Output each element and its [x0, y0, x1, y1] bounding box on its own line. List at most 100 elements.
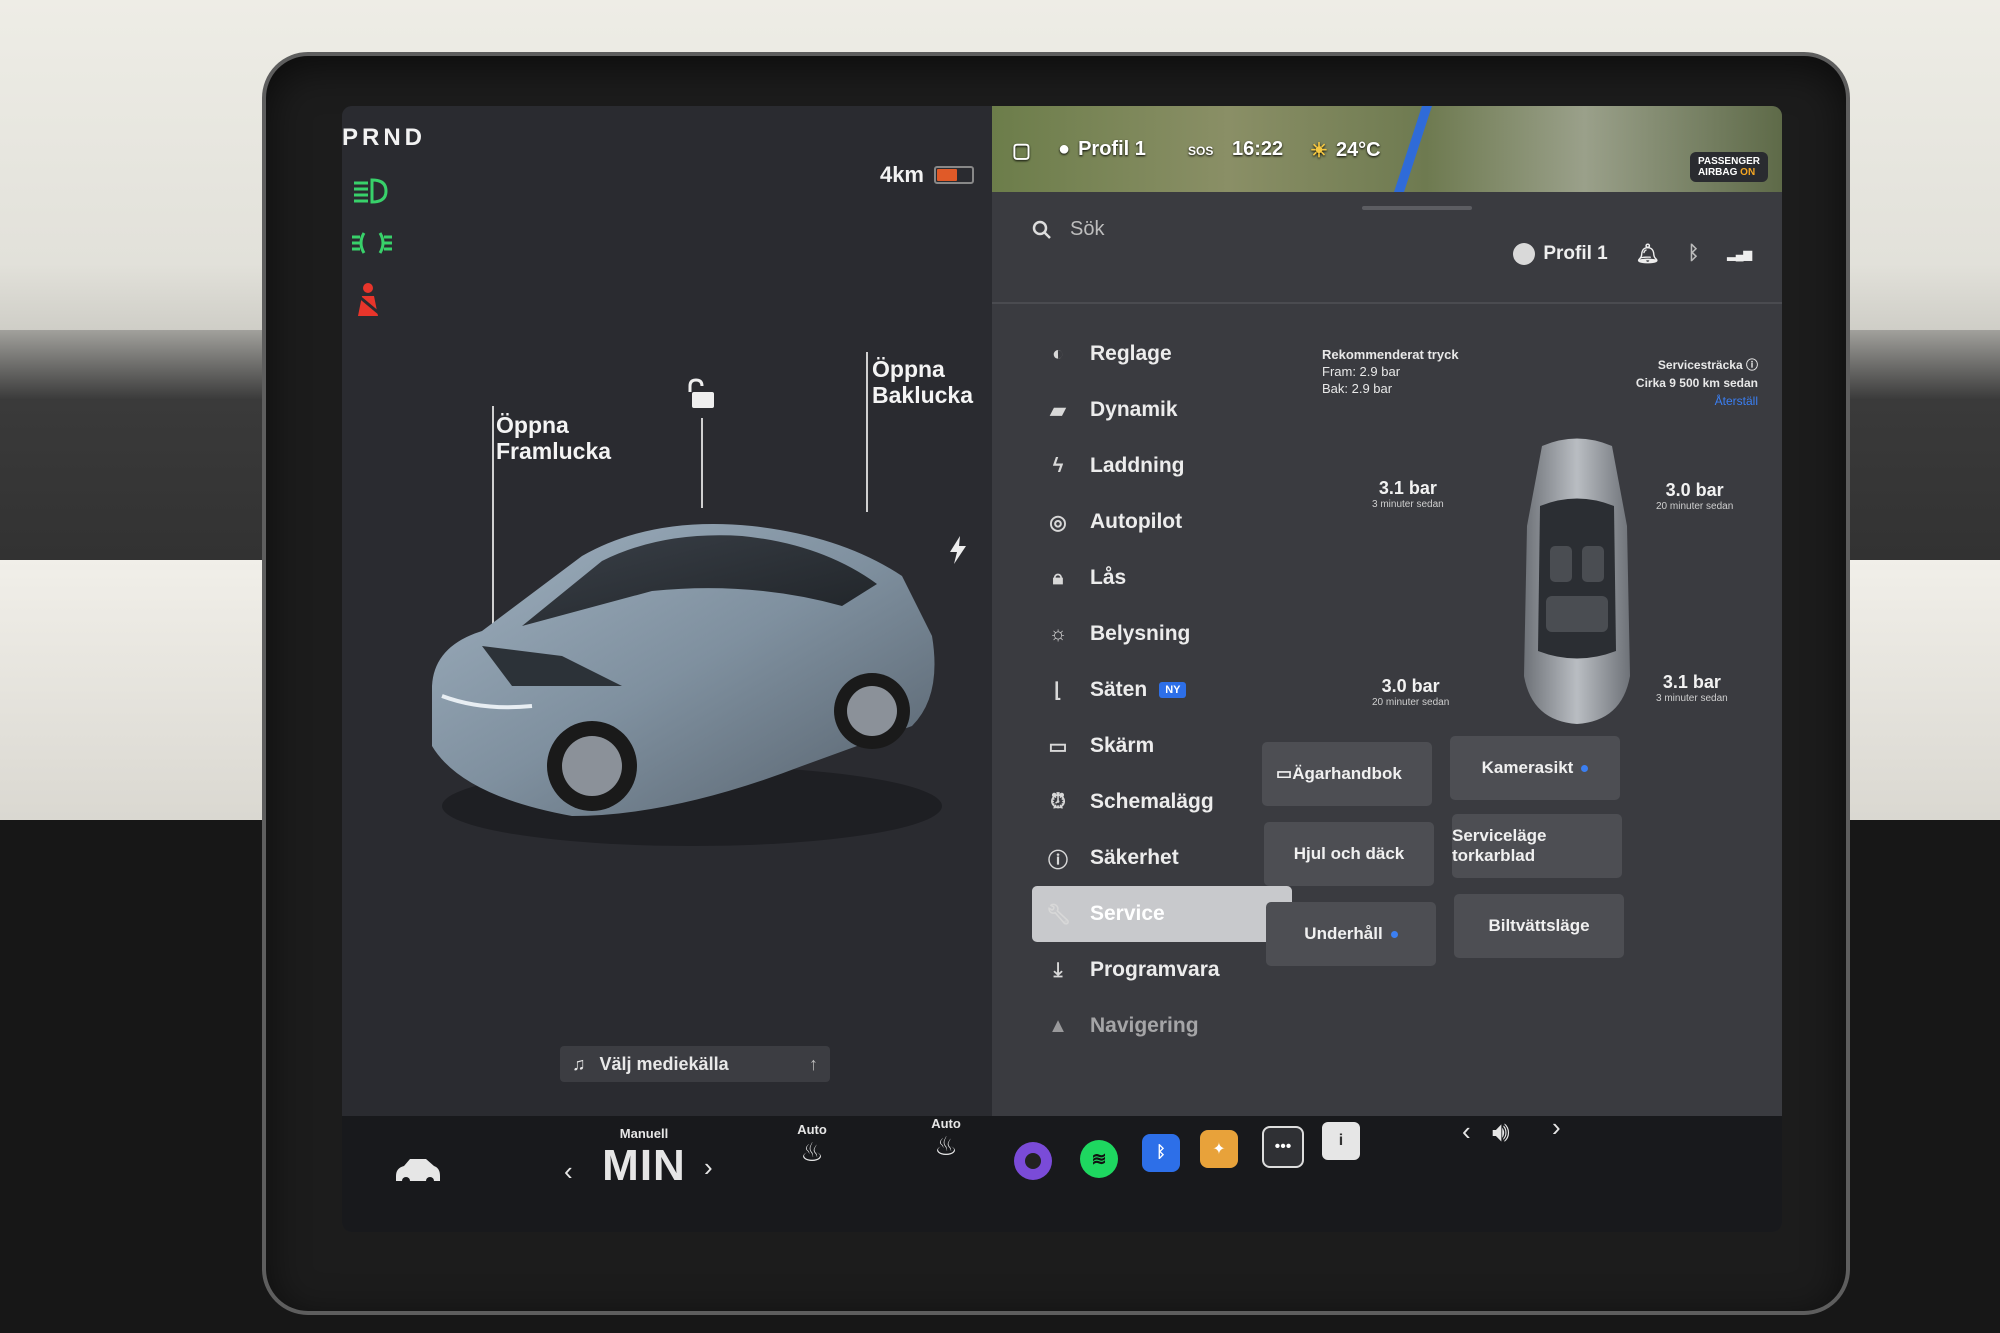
owners-manual-label: Ägarhandbok — [1292, 764, 1402, 783]
open-frunk-button[interactable]: Öppna Framlucka — [496, 412, 611, 464]
menu-item-säkerhet[interactable]: ⓘ Säkerhet — [1032, 830, 1292, 886]
menu-item-label: Reglage — [1090, 342, 1172, 365]
menu-item-laddning[interactable]: ϟ Laddning — [1032, 438, 1292, 494]
toybox-icon[interactable]: ✦ — [1200, 1130, 1238, 1168]
fan-increase-chevron[interactable]: › — [704, 1152, 713, 1183]
menu-item-skärm[interactable]: ▭ Skärm — [1032, 718, 1292, 774]
download-icon: ⤓ — [1053, 958, 1063, 981]
info-circle-icon: ⓘ — [1048, 849, 1068, 872]
settings-menu: ◐ Reglage ▰ Dynamik ϟ Laddning ◎ Autopilot 🔒︎ Lås… — [1032, 326, 1292, 1054]
menu-item-lås[interactable]: 🔒︎ Lås — [1032, 550, 1292, 606]
menu-item-label: Skärm — [1090, 734, 1155, 757]
volume-increase-chevron[interactable]: › — [1552, 1112, 1561, 1143]
wheels-tires-button[interactable]: Hjul och däck — [1264, 822, 1434, 886]
recommended-pressure: Rekommenderat tryck Fram: 2.9 bar Bak: 2… — [1322, 346, 1459, 397]
car-icon[interactable] — [392, 1156, 442, 1191]
tire-fr-ago: 20 minuter sedan — [1656, 501, 1734, 512]
profile-status-label: Profil 1 — [1078, 138, 1146, 160]
car-top-view-image — [1524, 438, 1630, 724]
service-distance-value: Cirka 9 500 km sedan — [1635, 376, 1758, 390]
menu-item-label: Schemalägg — [1090, 790, 1214, 813]
music-note-icon: ♫ — [572, 1053, 586, 1074]
clock: 16:22 — [1232, 138, 1284, 160]
menu-item-label: Programvara — [1090, 958, 1220, 981]
menu-item-service[interactable]: 🔧︎ Service — [1032, 886, 1292, 942]
expand-up-icon[interactable]: ↑ — [809, 1054, 818, 1075]
menu-item-dynamik[interactable]: ▰ Dynamik — [1032, 382, 1292, 438]
temperature: 24°C — [1335, 139, 1381, 161]
bluetooth-icon[interactable]: ᛒ — [1688, 243, 1699, 265]
volume-decrease-chevron[interactable]: ‹ — [1462, 1116, 1471, 1147]
camera-app-icon[interactable] — [1014, 1142, 1052, 1180]
menu-item-autopilot[interactable]: ◎ Autopilot — [1032, 494, 1292, 550]
profile-button[interactable]: Profil 1 — [1513, 243, 1608, 265]
header-divider — [992, 302, 1782, 304]
wiper-service-mode-label: Serviceläge torkarblad — [1452, 826, 1547, 865]
menu-item-belysning[interactable]: ☼ Belysning — [1032, 606, 1292, 662]
fan-speed-value: MIN — [602, 1141, 686, 1190]
car-3d-image — [432, 524, 942, 846]
menu-item-label: Belysning — [1090, 622, 1191, 645]
info-icon[interactable]: ⓘ — [1746, 358, 1758, 372]
search-icon — [1032, 220, 1051, 239]
bell-icon[interactable]: 🔔︎ — [1636, 242, 1660, 266]
tire-rl-value: 3.0 bar — [1381, 676, 1440, 696]
car-wash-mode-button[interactable]: Biltvättsläge — [1454, 894, 1624, 958]
bluetooth-app-icon[interactable]: ᛒ — [1142, 1134, 1180, 1172]
toggle-icon: ◐ — [1051, 342, 1065, 365]
heater-control[interactable]: Auto ♨ — [916, 1116, 976, 1162]
profile-status[interactable]: ● Profil 1 — [1058, 138, 1146, 161]
search-field[interactable]: Sök — [1032, 218, 1104, 241]
map-route — [1394, 106, 1432, 192]
wrench-icon: 🔧︎ — [1046, 903, 1072, 926]
new-badge: NY — [1159, 682, 1187, 698]
menu-item-säten[interactable]: ⌊ Säten NY — [1032, 662, 1292, 718]
fan-speed-control[interactable]: Manuell MIN — [594, 1126, 694, 1191]
car-wash-mode-label: Biltvättsläge — [1488, 916, 1590, 935]
camera-view-button[interactable]: Kamerasikt — [1450, 736, 1620, 800]
menu-item-reglage[interactable]: ◐ Reglage — [1032, 326, 1292, 382]
navigation-icon: ▲ — [1048, 1014, 1068, 1037]
trunk-leader-line — [866, 352, 868, 512]
new-indicator-dot — [1390, 930, 1398, 938]
menu-item-navigering[interactable]: ▲ Navigering — [1032, 998, 1292, 1054]
lock-status-icon[interactable]: ▢ — [1012, 138, 1031, 163]
menu-item-schemalägg[interactable]: ⏰︎ Schemalägg — [1032, 774, 1292, 830]
battery-icon — [934, 166, 974, 184]
release-notes-icon[interactable]: i — [1322, 1122, 1360, 1160]
frunk-label-line1: Öppna — [496, 412, 569, 438]
spotify-icon[interactable]: ≋ — [1080, 1140, 1118, 1178]
person-icon — [1513, 243, 1536, 265]
tire-rr-ago: 3 minuter sedan — [1656, 693, 1728, 704]
map-status-bar[interactable]: ▢ ● Profil 1 SOS 16:22 ☀ 24°C PASSENGER … — [992, 106, 1782, 192]
defrost-icon: ♨ — [934, 1131, 958, 1161]
panel-drag-handle[interactable] — [1362, 206, 1472, 210]
menu-item-label: Navigering — [1090, 1014, 1199, 1037]
unlock-icon[interactable] — [688, 378, 718, 417]
more-apps-icon[interactable]: ••• — [1262, 1126, 1304, 1168]
media-source-selector[interactable]: ♫ Välj mediekälla ↑ — [560, 1046, 830, 1082]
fan-decrease-chevron[interactable]: ‹ — [564, 1156, 573, 1187]
menu-item-label: Autopilot — [1090, 510, 1183, 533]
reset-link[interactable]: Återställ — [1636, 392, 1758, 410]
volume-icon[interactable]: 🔊︎ — [1492, 1116, 1510, 1149]
car-icon: ▰ — [1050, 399, 1066, 422]
header-actions: Profil 1 🔔︎ ᛒ ▂▄▆ — [1513, 242, 1752, 266]
open-trunk-button[interactable]: Öppna Baklucka — [872, 356, 973, 408]
seat-heater-control[interactable]: Auto ♨ — [782, 1122, 842, 1168]
service-distance-title: Servicesträcka — [1657, 358, 1743, 372]
maintenance-button[interactable]: Underhåll — [1266, 902, 1436, 966]
maintenance-label: Underhåll — [1304, 924, 1383, 943]
heater-mode-label: Auto — [931, 1116, 961, 1131]
recommended-pressure-title: Rekommenderat tryck — [1322, 347, 1459, 362]
wiper-service-mode-button[interactable]: Serviceläge torkarblad — [1452, 814, 1622, 878]
alarm-icon: ⏰︎ — [1050, 790, 1066, 813]
menu-item-label: Laddning — [1090, 454, 1185, 477]
sos-button[interactable]: SOS — [1188, 144, 1213, 158]
menu-item-label: Säten — [1090, 678, 1148, 701]
media-source-label: Välj mediekälla — [599, 1053, 729, 1074]
menu-item-programvara[interactable]: ⤓ Programvara — [1032, 942, 1292, 998]
owners-manual-button[interactable]: ▭ Ägarhandbok — [1262, 742, 1432, 806]
person-icon: ● — [1058, 138, 1071, 160]
menu-item-label: Säkerhet — [1090, 846, 1179, 869]
